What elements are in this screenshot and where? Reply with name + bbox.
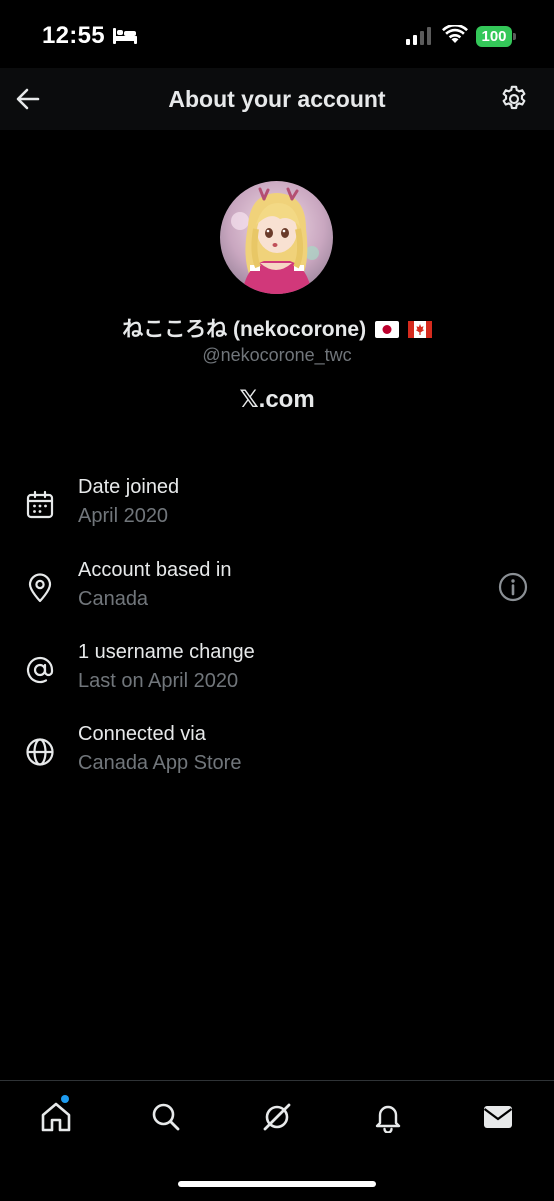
at-sign-icon (26, 656, 54, 684)
row-title: Account based in (78, 559, 232, 581)
info-row-account-based-in: Account based in Canada (0, 559, 554, 619)
row-value: Canada (78, 588, 149, 610)
display-name-text: ねこころね (nekocorone) (122, 318, 367, 341)
site-label: 𝕏.com (239, 386, 315, 413)
row-title: 1 username change (78, 641, 255, 663)
home-notification-dot (61, 1095, 69, 1103)
avatar (220, 181, 333, 294)
japan-flag-icon (374, 321, 399, 338)
display-name: ねこころね (nekocorone) (0, 313, 554, 343)
battery-nub (513, 33, 516, 40)
notifications-bell-icon (375, 1105, 401, 1133)
info-row-date-joined: Date joined April 2020 (0, 476, 554, 536)
status-bar: 12:55 100 (0, 0, 554, 68)
row-value: Last on April 2020 (78, 670, 239, 692)
canada-flag-icon (407, 321, 432, 338)
nav-notifications[interactable] (368, 1097, 408, 1137)
wifi-icon (442, 25, 468, 43)
nav-grok[interactable] (257, 1097, 297, 1137)
info-row-username-change: 1 username change Last on April 2020 (0, 641, 554, 701)
row-title: Date joined (78, 476, 180, 498)
nav-search[interactable] (146, 1097, 186, 1137)
row-title: Connected via (78, 723, 206, 745)
home-icon (41, 1102, 71, 1132)
battery-icon: 100 (476, 26, 516, 47)
page-title: About your account (168, 86, 386, 112)
cellular-signal-icon (406, 27, 431, 45)
row-value: April 2020 (78, 505, 169, 527)
info-row-connected-via: Connected via Canada App Store (0, 723, 554, 783)
messages-envelope-icon (483, 1106, 513, 1128)
top-app-bar: About your account (0, 68, 554, 130)
location-pin-icon (28, 573, 52, 603)
home-indicator[interactable] (178, 1181, 376, 1187)
row-value: Canada App Store (78, 752, 242, 774)
calendar-icon (26, 490, 54, 519)
handle: @nekocorone_twc (202, 345, 352, 365)
grok-icon (263, 1103, 291, 1131)
nav-home[interactable] (36, 1097, 76, 1137)
info-icon[interactable] (497, 571, 529, 603)
battery-level: 100 (476, 26, 512, 47)
bed-icon (113, 28, 137, 44)
nav-messages[interactable] (478, 1097, 518, 1137)
globe-icon (26, 738, 54, 766)
settings-button[interactable] (496, 81, 532, 117)
search-icon (152, 1103, 180, 1131)
gear-icon (502, 85, 526, 110)
status-time: 12:55 (42, 22, 105, 49)
avatar-illustration (220, 181, 333, 294)
